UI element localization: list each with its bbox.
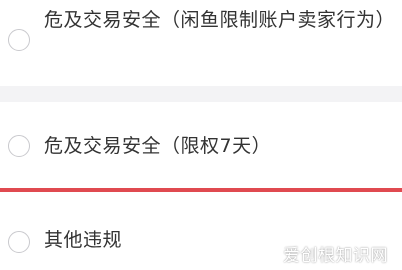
- option-label: 危及交易安全（闲鱼限制账户卖家行为）: [44, 9, 396, 31]
- watermark-text: 爱创根知识网: [283, 246, 388, 266]
- report-option-trade-safety-7-days[interactable]: 危及交易安全（限权7天）: [0, 102, 402, 188]
- option-label: 危及交易安全（限权7天）: [44, 135, 272, 157]
- section-divider: [0, 86, 402, 102]
- radio-unchecked-icon[interactable]: [8, 231, 30, 253]
- radio-unchecked-icon[interactable]: [8, 29, 30, 51]
- radio-unchecked-icon[interactable]: [8, 135, 30, 157]
- report-option-trade-safety-restrict-seller[interactable]: 危及交易安全（闲鱼限制账户卖家行为）: [0, 0, 402, 86]
